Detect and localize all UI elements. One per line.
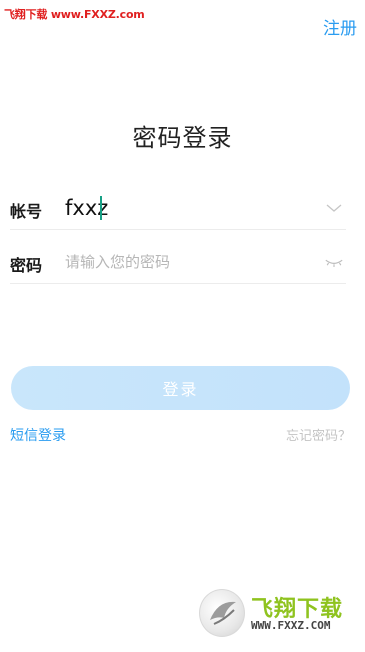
account-label: 帐号 [10,202,43,221]
sms-login-link[interactable]: 短信登录 [10,425,66,445]
watermark-badge-icon [199,589,245,637]
page-title: 密码登录 [132,124,233,152]
watermark-logo: 飞翔下载 WWW.FXXZ.COM [199,589,359,641]
watermark-url: WWW.FXXZ.COM [251,619,331,632]
password-field-row: 密码 [10,240,346,284]
register-link[interactable]: 注册 [323,14,357,39]
login-button[interactable]: 登录 [11,366,350,410]
text-cursor [100,196,102,220]
forgot-password-link[interactable]: 忘记密码？ [286,425,351,444]
watermark-top: 飞翔下载 www.FXXZ.com [4,8,145,21]
password-input[interactable] [65,244,295,280]
account-field-row: 帐号 [10,186,346,230]
password-label: 密码 [10,256,43,275]
eye-closed-icon[interactable] [324,252,344,272]
chevron-down-icon[interactable] [324,198,344,218]
login-screen: 飞翔下载 www.FXXZ.com 注册 密码登录 帐号 密码 登录 短信登录 … [0,0,365,652]
